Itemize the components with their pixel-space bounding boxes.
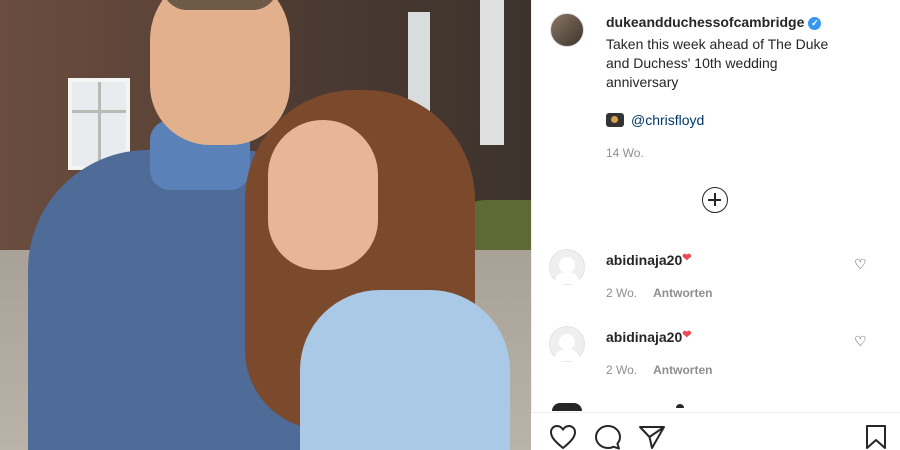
comment-time[interactable]: 2 Wo. <box>606 363 637 377</box>
red-heart-emoji: ❤ <box>682 329 692 341</box>
comment-username[interactable]: abidinaja20 <box>606 329 682 345</box>
post-caption: Taken this week ahead of The Duke and Du… <box>606 36 829 90</box>
plus-circle-icon[interactable] <box>702 187 728 213</box>
man-head <box>150 0 290 145</box>
comment-avatar[interactable] <box>549 249 585 285</box>
camera-emoji-icon <box>606 113 624 127</box>
comment-username-row: abidinaja20❤ <box>606 251 691 268</box>
comment-icon[interactable] <box>594 424 622 450</box>
credit-mention-link[interactable]: @chrisfloyd <box>631 112 704 128</box>
comment-avatar[interactable] <box>549 326 585 362</box>
reply-button[interactable]: Antworten <box>653 363 712 377</box>
comment-meta: 2 Wo. Antworten <box>606 363 712 377</box>
reply-button[interactable]: Antworten <box>653 286 712 300</box>
building-window <box>480 0 504 145</box>
comment-username[interactable]: abidinaja20 <box>606 252 682 268</box>
heart-icon[interactable] <box>549 424 577 450</box>
author-username[interactable]: dukeandduchessofcambridge <box>606 14 804 30</box>
comment-meta: 2 Wo. Antworten <box>606 286 712 300</box>
author-username-row: dukeandduchessofcambridge ✓ <box>606 14 822 30</box>
verified-badge-icon: ✓ <box>808 17 822 30</box>
post-photo[interactable] <box>0 0 531 450</box>
red-heart-emoji: ❤ <box>682 252 692 264</box>
woman-face <box>268 120 378 270</box>
photo-credit: @chrisfloyd <box>606 112 704 128</box>
comment-time[interactable]: 2 Wo. <box>606 286 637 300</box>
post-time[interactable]: 14 Wo. <box>606 146 644 160</box>
partial-comment-mark <box>676 404 684 408</box>
comment-like-heart-icon[interactable]: ♡ <box>854 256 867 273</box>
author-avatar[interactable] <box>550 13 584 47</box>
action-bar <box>531 412 900 450</box>
bookmark-icon[interactable] <box>864 424 888 450</box>
paper-plane-icon[interactable] <box>638 424 666 450</box>
partial-comment-avatar <box>552 403 582 411</box>
comment-username-row: abidinaja20❤ <box>606 328 691 345</box>
man-hair <box>162 0 278 10</box>
comment-like-heart-icon[interactable]: ♡ <box>854 333 867 350</box>
woman-dress <box>300 290 510 450</box>
